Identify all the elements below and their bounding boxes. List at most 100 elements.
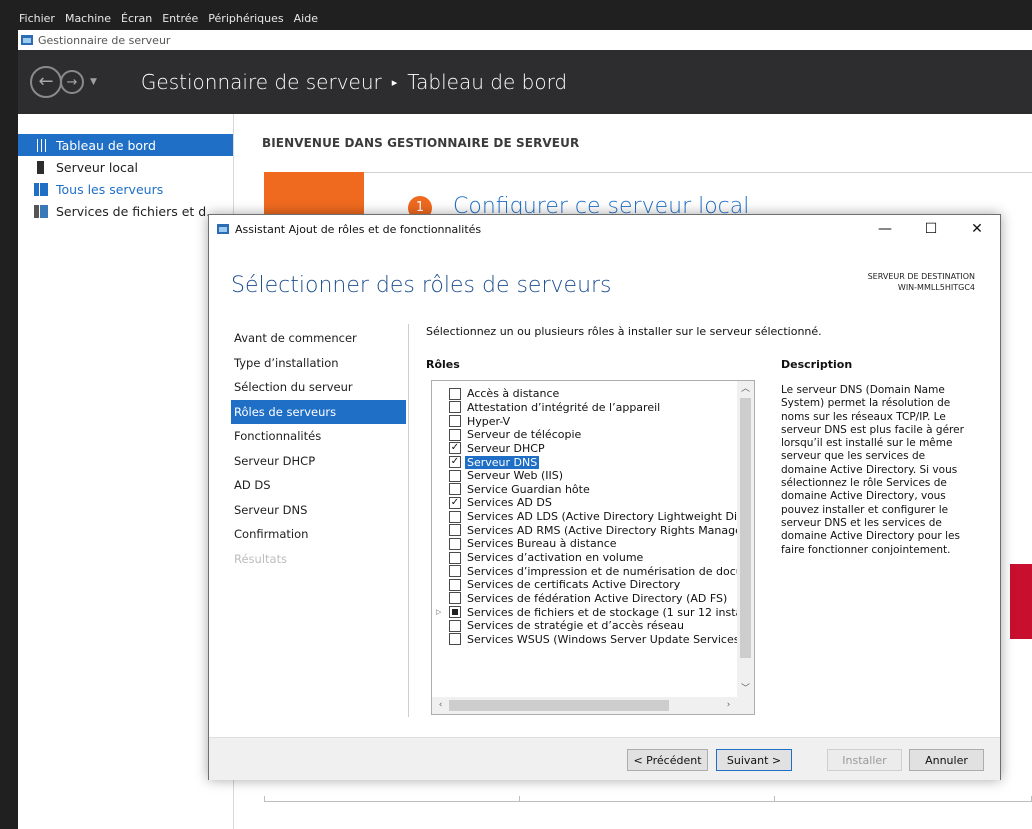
previous-button[interactable]: < Précédent <box>627 749 708 771</box>
vm-menu-peripheriques[interactable]: Périphériques <box>207 12 284 28</box>
role-checkbox[interactable] <box>449 510 461 523</box>
role-checkbox[interactable] <box>449 524 461 537</box>
wizard-step[interactable]: Serveur DNS <box>231 498 406 523</box>
role-item[interactable]: ✓ Services AD DS <box>432 496 738 510</box>
back-arrow-icon[interactable]: ← <box>30 66 62 98</box>
vm-menu-entree[interactable]: Entrée <box>161 12 199 28</box>
vertical-scroll-thumb[interactable] <box>740 398 751 658</box>
nav-item-dashboard[interactable]: Tableau de bord <box>18 134 233 156</box>
role-checkbox[interactable] <box>449 578 461 591</box>
scroll-right-icon[interactable]: › <box>720 697 737 714</box>
role-label: Services d’impression et de numérisation… <box>467 564 743 578</box>
nav-item-label: Serveur local <box>56 159 139 175</box>
role-item[interactable]: Attestation d’intégrité de l’appareil <box>432 401 738 415</box>
role-label: Services AD DS <box>467 496 552 510</box>
role-item[interactable]: Services de certificats Active Directory <box>432 578 738 592</box>
role-checkbox[interactable]: ✓ <box>449 496 461 509</box>
forward-arrow-icon[interactable]: → <box>60 70 84 94</box>
role-label: Services de fédération Active Directory … <box>467 591 728 605</box>
vm-menu-fichier[interactable]: Fichier <box>18 12 56 28</box>
alert-tile-accent <box>1010 564 1032 639</box>
wizard-step[interactable]: Rôles de serveurs <box>231 399 406 424</box>
role-checkbox[interactable]: ✓ <box>449 456 461 469</box>
nav-item-local-server[interactable]: Serveur local <box>18 156 233 178</box>
horizontal-scroll-thumb[interactable] <box>449 700 669 711</box>
role-checkbox[interactable] <box>449 428 461 441</box>
role-checkbox[interactable] <box>449 619 461 632</box>
role-item[interactable]: Services WSUS (Windows Server Update Ser… <box>432 633 744 647</box>
role-label: Serveur DHCP <box>467 441 545 455</box>
role-item[interactable]: ✓ Serveur DNS <box>432 455 738 469</box>
role-checkbox[interactable] <box>449 469 461 482</box>
role-label: Services WSUS (Windows Server Update Ser… <box>467 632 744 646</box>
wizard-step[interactable]: Fonctionnalités <box>231 424 406 449</box>
role-item[interactable]: ▷ Services de fichiers et de stockage (1 … <box>432 605 754 619</box>
role-checkbox[interactable]: ✓ <box>449 442 461 455</box>
role-checkbox[interactable] <box>449 592 461 605</box>
vm-menu-ecran[interactable]: Écran <box>120 12 153 28</box>
next-button[interactable]: Suivant > <box>716 749 792 771</box>
chevron-down-icon[interactable]: ▼ <box>90 77 97 87</box>
role-item[interactable]: Serveur Web (IIS) <box>432 469 738 483</box>
role-item[interactable]: Services de stratégie et d’accès réseau <box>432 619 738 633</box>
wizard-step[interactable]: Serveur DHCP <box>231 449 406 474</box>
destination-label: SERVEUR DE DESTINATION <box>867 272 975 281</box>
vm-menu-machine[interactable]: Machine <box>64 12 112 28</box>
role-label: Services de certificats Active Directory <box>467 578 681 592</box>
role-checkbox[interactable] <box>449 387 461 400</box>
maximize-icon[interactable]: ☐ <box>908 215 954 243</box>
role-item[interactable]: Services Bureau à distance <box>432 537 738 551</box>
wizard-instruction: Sélectionnez un ou plusieurs rôles à ins… <box>426 325 822 338</box>
role-item[interactable]: Services d’activation en volume <box>432 551 738 565</box>
role-item[interactable]: Accès à distance <box>432 387 738 401</box>
nav-item-file-services[interactable]: Services de fichiers et d... <box>18 200 233 222</box>
roles-list[interactable]: Accès à distance Attestation d’intégrité … <box>431 380 755 715</box>
wizard-step[interactable]: Confirmation <box>231 522 406 547</box>
scroll-down-icon[interactable]: ﹀ <box>737 681 754 698</box>
wizard-footer: < Précédent Suivant > Installer Annuler <box>209 737 1000 780</box>
cancel-button[interactable]: Annuler <box>909 749 984 771</box>
horizontal-scrollbar[interactable]: ‹ › <box>432 697 754 714</box>
role-item[interactable]: Service Guardian hôte <box>432 482 738 496</box>
wizard-divider <box>408 324 409 717</box>
role-item[interactable]: ✓ Serveur DHCP <box>432 442 738 456</box>
breadcrumb-separator-icon: ▸ <box>391 75 398 89</box>
role-checkbox[interactable] <box>449 551 461 564</box>
close-icon[interactable]: ✕ <box>954 215 1000 243</box>
role-item[interactable]: Hyper-V <box>432 414 738 428</box>
role-item[interactable]: Serveur de télécopie <box>432 428 738 442</box>
role-item[interactable]: Services de fédération Active Directory … <box>432 592 738 606</box>
scroll-left-icon[interactable]: ‹ <box>432 697 449 714</box>
role-item[interactable]: Services d’impression et de numérisation… <box>432 564 743 578</box>
description-header: Description <box>781 358 853 371</box>
wizard-step[interactable]: Type d’installation <box>231 351 406 376</box>
role-label: Services Bureau à distance <box>467 537 617 551</box>
nav-item-all-servers[interactable]: Tous les serveurs <box>18 178 233 200</box>
role-label: Services de fichiers et de stockage (1 s… <box>467 605 755 619</box>
vertical-scrollbar[interactable]: ︿ ﹀ <box>737 381 754 698</box>
scroll-up-icon[interactable]: ︿ <box>737 381 754 398</box>
role-checkbox[interactable] <box>449 483 461 496</box>
role-checkbox[interactable] <box>449 606 461 619</box>
role-item[interactable]: Services AD RMS (Active Directory Rights… <box>432 523 746 537</box>
role-checkbox[interactable] <box>449 415 461 428</box>
wizard-step[interactable]: Sélection du serveur <box>231 375 406 400</box>
role-checkbox[interactable] <box>449 401 461 414</box>
role-item[interactable]: Services AD LDS (Active Directory Lightw… <box>432 510 748 524</box>
role-label: Services AD RMS (Active Directory Rights… <box>467 523 747 537</box>
wizard-step[interactable]: Avant de commencer <box>231 326 406 351</box>
breadcrumb-root[interactable]: Gestionnaire de serveur <box>141 70 382 94</box>
expand-icon[interactable]: ▷ <box>436 608 441 616</box>
role-checkbox[interactable] <box>449 565 461 578</box>
wizard-steps: Avant de commencer Type d’installation Sél… <box>231 326 406 571</box>
role-checkbox[interactable] <box>449 633 461 646</box>
window-controls: — ☐ ✕ <box>862 215 1000 243</box>
role-checkbox[interactable] <box>449 537 461 550</box>
roles-items: Accès à distance Attestation d’intégrité … <box>432 387 754 647</box>
vm-menu-aide[interactable]: Aide <box>293 12 319 28</box>
install-button[interactable]: Installer <box>827 749 902 771</box>
nav-item-label: Tous les serveurs <box>56 181 164 197</box>
wizard-step[interactable]: AD DS <box>231 473 406 498</box>
minimize-icon[interactable]: — <box>862 215 908 243</box>
welcome-title: BIENVENUE DANS GESTIONNAIRE DE SERVEUR <box>262 136 580 150</box>
